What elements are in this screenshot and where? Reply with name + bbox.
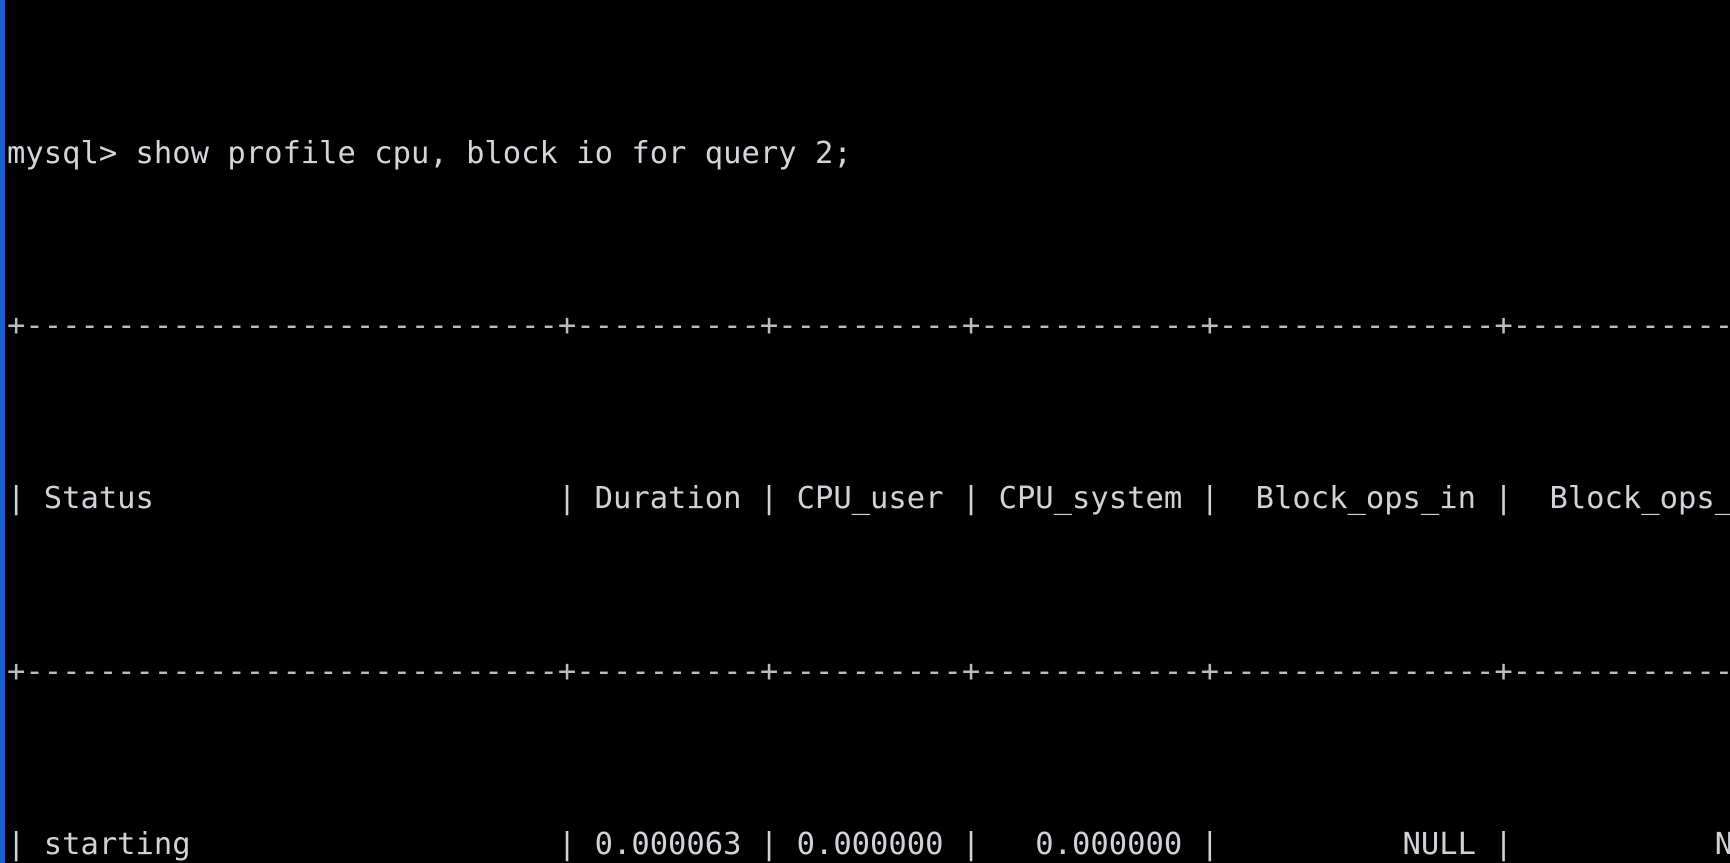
table-header-separator: +-----------------------------+---------…	[7, 654, 1730, 689]
terminal-window[interactable]: mysql> show profile cpu, block io for qu…	[0, 0, 1730, 863]
table-header-row: | Status | Duration | CPU_user | CPU_sys…	[7, 481, 1730, 517]
table-row: | starting | 0.000063 | 0.000000 | 0.000…	[7, 826, 1730, 862]
table-top-border: +-----------------------------+---------…	[7, 308, 1730, 344]
terminal-screen: mysql> show profile cpu, block io for qu…	[5, 0, 1730, 863]
command-prompt-line: mysql> show profile cpu, block io for qu…	[7, 135, 852, 171]
table-body: | starting | 0.000063 | 0.000000 | 0.000…	[7, 823, 1730, 863]
